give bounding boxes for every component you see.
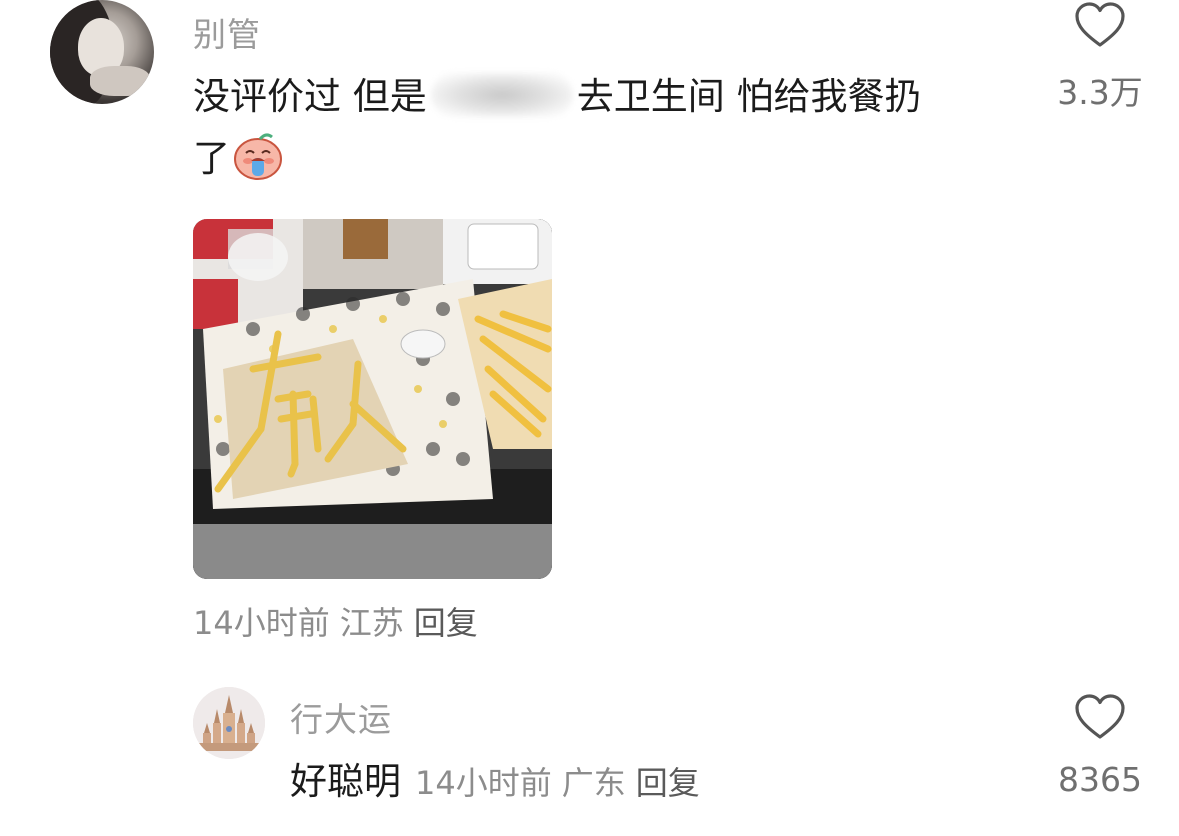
like-count: 3.3万 xyxy=(1057,73,1143,112)
comment-text-part: 去卫生间 怕给我餐扔 xyxy=(576,75,922,118)
comment-image[interactable] xyxy=(193,219,552,579)
heart-outline-icon[interactable] xyxy=(1073,0,1127,50)
heart-outline-icon[interactable] xyxy=(1073,692,1127,742)
like-button[interactable]: 8365 xyxy=(1050,692,1150,799)
comment-time: 14小时前 xyxy=(415,764,552,802)
avatar[interactable] xyxy=(193,687,265,759)
comment-text-part: 了 xyxy=(193,137,230,180)
comment-time: 14小时前 xyxy=(193,604,330,642)
like-button[interactable]: 3.3万 xyxy=(1050,0,1150,114)
reply-button[interactable]: 回复 xyxy=(636,764,700,802)
comment-text: 好聪明 14小时前 广东 回复 xyxy=(290,752,710,813)
avatar[interactable] xyxy=(50,0,154,104)
comment-text: 没评价过 但是 去卫生间 怕给我餐扔 了 xyxy=(193,66,1013,190)
comment-text-part: 没评价过 但是 xyxy=(193,75,427,118)
comment-username[interactable]: 别管 xyxy=(193,8,261,56)
comment-location: 江苏 xyxy=(339,604,404,642)
like-count: 8365 xyxy=(1058,760,1142,799)
blurred-text xyxy=(430,73,573,117)
comment-text-body: 好聪明 xyxy=(290,760,401,803)
reply-button[interactable]: 回复 xyxy=(414,604,478,642)
comment-meta: 14小时前 广东 回复 xyxy=(415,764,710,802)
comment-meta: 14小时前 江苏 回复 xyxy=(193,598,488,644)
comment-username[interactable]: 行大运 xyxy=(290,693,392,741)
comment-location: 广东 xyxy=(561,764,626,802)
crying-emoji-icon xyxy=(232,131,284,181)
